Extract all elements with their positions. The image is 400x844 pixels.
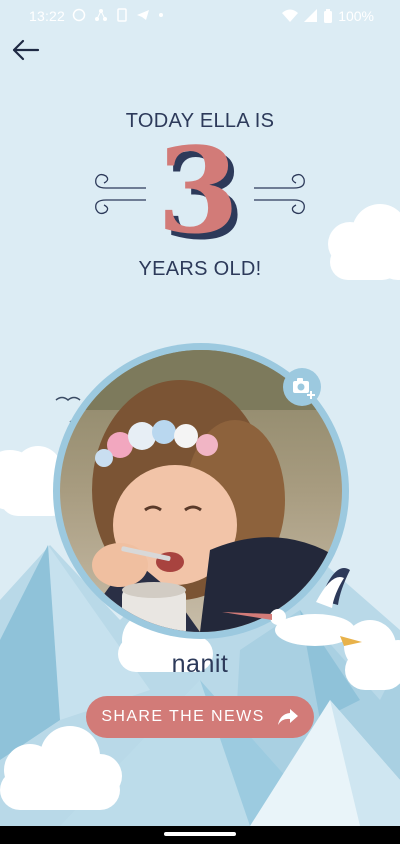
- arrow-left-icon: [12, 39, 40, 61]
- system-icons: 100%: [282, 8, 374, 24]
- signal-icon: [304, 9, 318, 22]
- change-photo-button[interactable]: [283, 368, 321, 406]
- share-arrow-icon: [277, 709, 298, 725]
- headline-age: YEARS OLD!: [138, 258, 262, 280]
- status-bar: 13:22 100%: [0, 0, 400, 32]
- camera-add-icon: [293, 378, 315, 399]
- age-number: 3 3: [0, 134, 400, 246]
- share-button-label: SHARE THE NEWS: [101, 708, 265, 725]
- notification-icons: [72, 8, 164, 22]
- milestone-screen: 13:22 100% TODAY ELLA IS 3 3 YEARS OLD! …: [0, 0, 400, 844]
- network-icon: [95, 9, 107, 21]
- stork-illustration: [222, 568, 362, 646]
- battery-percent: 100%: [338, 8, 374, 24]
- headline-name: TODAY ELLA IS: [125, 110, 275, 132]
- age-number-text: 3: [157, 134, 239, 246]
- share-news-button[interactable]: SHARE THE NEWS: [86, 696, 314, 738]
- whatsapp-icon: [72, 8, 86, 22]
- age-number-graphic: 3 3: [157, 134, 245, 246]
- status-time: 13:22: [29, 8, 66, 24]
- wifi-icon: [282, 9, 299, 22]
- brand-logo: nanit: [171, 650, 229, 678]
- sim-icon: [117, 8, 127, 22]
- dot-icon: [159, 13, 163, 17]
- battery-icon: [324, 9, 333, 23]
- home-gesture-handle[interactable]: [164, 832, 236, 836]
- telegram-icon: [137, 10, 149, 20]
- back-button[interactable]: [8, 34, 42, 68]
